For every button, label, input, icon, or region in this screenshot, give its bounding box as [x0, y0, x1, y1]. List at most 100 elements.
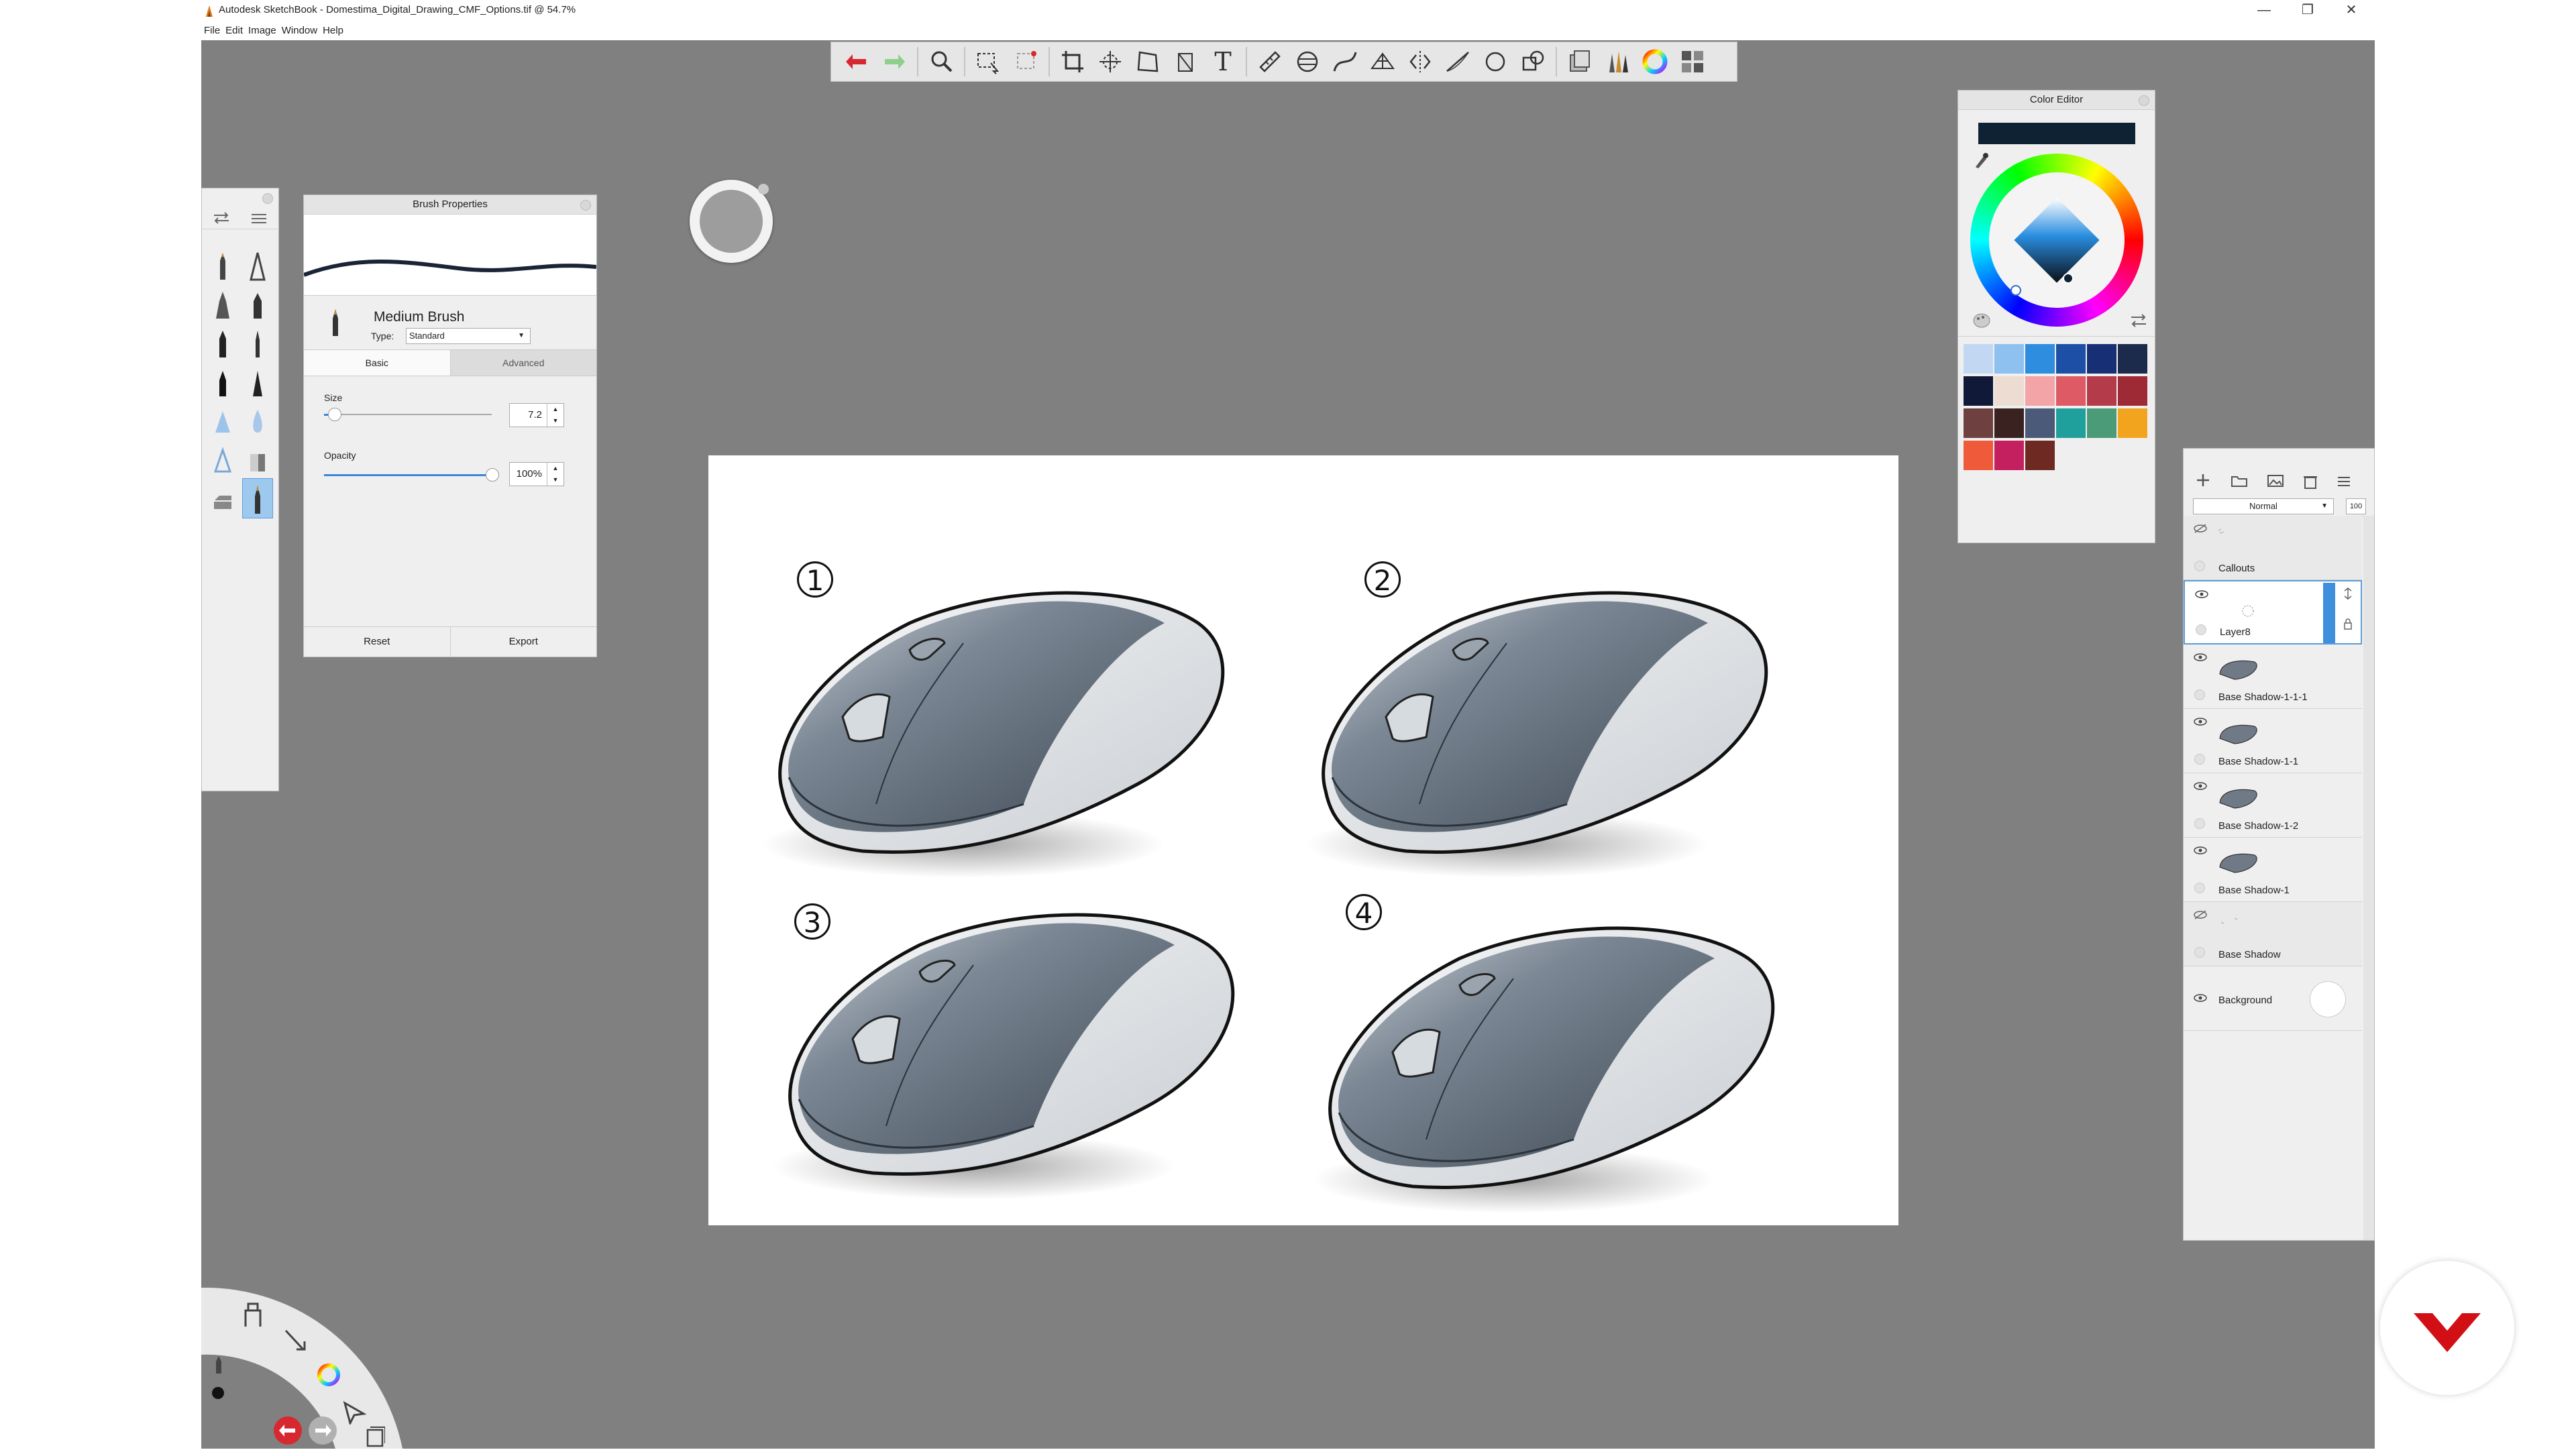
- layer-row[interactable]: Base Shadow-1-1-1: [2184, 645, 2362, 709]
- brush-type-select[interactable]: Standard ▼: [406, 328, 531, 344]
- color-swatch[interactable]: [2025, 408, 2055, 438]
- close-button[interactable]: ✕: [2334, 0, 2368, 21]
- color-swap-icon[interactable]: [2130, 313, 2147, 328]
- hue-handle[interactable]: [2010, 285, 2021, 296]
- color-swatch[interactable]: [2087, 376, 2116, 406]
- redo-button[interactable]: [309, 1416, 337, 1445]
- eye-icon[interactable]: [2193, 993, 2208, 1003]
- close-icon[interactable]: [262, 193, 273, 204]
- crop-icon[interactable]: [1057, 46, 1089, 78]
- color-swatch[interactable]: [1964, 441, 1993, 470]
- distort-icon[interactable]: [1132, 46, 1164, 78]
- stroke-tool-icon[interactable]: [1442, 46, 1474, 78]
- french-curve-icon[interactable]: [1329, 46, 1361, 78]
- size-stepper[interactable]: 7.2 ▲ ▼: [509, 403, 564, 427]
- layer-row-background[interactable]: Background: [2184, 966, 2362, 1031]
- ellipse-guide-icon[interactable]: [1291, 46, 1324, 78]
- zoom-icon[interactable]: [925, 46, 957, 78]
- layer-lock-indicator[interactable]: [2194, 561, 2205, 571]
- color-swatch[interactable]: [1964, 408, 1993, 438]
- background-color-swatch[interactable]: [2310, 981, 2346, 1017]
- brush-pencil-icon[interactable]: [207, 249, 238, 282]
- color-swatch[interactable]: [1964, 376, 1993, 406]
- opacity-slider-track[interactable]: [324, 474, 492, 476]
- export-button[interactable]: Export: [451, 627, 597, 657]
- menu-edit[interactable]: Edit: [223, 21, 246, 36]
- undo-button[interactable]: [274, 1416, 302, 1445]
- reset-button[interactable]: Reset: [304, 627, 451, 657]
- brush-medium-brush-icon[interactable]: [242, 478, 273, 518]
- eye-icon[interactable]: [2193, 653, 2208, 662]
- close-icon[interactable]: [2139, 95, 2149, 106]
- tab-basic[interactable]: Basic: [304, 350, 451, 376]
- color-puck[interactable]: [690, 180, 773, 263]
- brush-eraser-icon[interactable]: [207, 482, 238, 516]
- lasso-select-icon[interactable]: [1010, 46, 1042, 78]
- stepper-arrows-icon[interactable]: ▲ ▼: [547, 463, 564, 486]
- layer-icon[interactable]: [365, 1425, 385, 1447]
- layer-row[interactable]: Base Shadow-1-1: [2184, 709, 2362, 773]
- layer-row[interactable]: Base Shadow-1-2: [2184, 773, 2362, 838]
- menu-image[interactable]: Image: [246, 21, 279, 36]
- size-slider-handle[interactable]: [328, 408, 341, 421]
- copic-library-icon[interactable]: [1676, 46, 1709, 78]
- brush-nib-icon[interactable]: [242, 366, 273, 399]
- color-palette-icon[interactable]: [1972, 312, 1992, 329]
- color-swatch[interactable]: [2087, 344, 2116, 374]
- brush-ink-pen-icon[interactable]: [207, 366, 238, 399]
- layer-move-icon[interactable]: [2342, 587, 2354, 600]
- brush-chisel-icon[interactable]: [242, 288, 273, 321]
- arrow-tool-icon[interactable]: [342, 1400, 366, 1425]
- hidden-eye-icon[interactable]: [2193, 524, 2208, 533]
- menu-help[interactable]: Help: [320, 21, 346, 36]
- color-wheel-icon[interactable]: [315, 1361, 342, 1388]
- brush-fineliner-icon[interactable]: [242, 327, 273, 360]
- transform-icon[interactable]: [1094, 46, 1126, 78]
- close-icon[interactable]: [580, 200, 591, 211]
- layer-row[interactable]: Base Shadow-1: [2184, 838, 2362, 902]
- layer-lock-indicator[interactable]: [2196, 624, 2206, 635]
- shape-icon[interactable]: [1517, 46, 1549, 78]
- menu-file[interactable]: File: [201, 21, 223, 36]
- redo-icon[interactable]: [878, 46, 910, 78]
- select-icon[interactable]: [972, 46, 1004, 78]
- brush-soft-airbrush-icon[interactable]: [207, 443, 238, 477]
- layer-lock-indicator[interactable]: [2194, 754, 2205, 765]
- add-layer-icon[interactable]: [2196, 473, 2210, 488]
- layer-row-selected[interactable]: Layer8: [2184, 580, 2362, 645]
- eye-icon[interactable]: [2193, 781, 2208, 791]
- color-swatch[interactable]: [2025, 344, 2055, 374]
- brush-library-icon[interactable]: [1601, 46, 1633, 78]
- color-swatch[interactable]: [2118, 376, 2147, 406]
- layer-row[interactable]: Base Shadow: [2184, 902, 2362, 966]
- color-swatch[interactable]: [2025, 376, 2055, 406]
- perspective-icon[interactable]: [1366, 46, 1399, 78]
- brush-airbrush-icon[interactable]: [207, 404, 238, 438]
- size-slider-track[interactable]: [324, 414, 492, 416]
- tab-advanced[interactable]: Advanced: [450, 350, 596, 376]
- symmetry-icon[interactable]: [1404, 46, 1436, 78]
- stepper-arrows-icon[interactable]: ▲ ▼: [547, 404, 564, 427]
- lock-icon[interactable]: [2343, 618, 2353, 630]
- color-swatch[interactable]: [1994, 441, 2024, 470]
- brush-blender-icon[interactable]: [242, 443, 273, 477]
- color-picker-handle[interactable]: [2063, 273, 2074, 284]
- color-swatch[interactable]: [2056, 408, 2086, 438]
- layer-opacity-field[interactable]: 100: [2346, 498, 2366, 514]
- layer-lock-indicator[interactable]: [2194, 818, 2205, 829]
- current-color-dot[interactable]: [212, 1387, 224, 1399]
- layer-lock-indicator[interactable]: [2194, 883, 2205, 893]
- text-icon[interactable]: T: [1207, 46, 1239, 78]
- opacity-stepper[interactable]: 100% ▲ ▼: [509, 462, 564, 486]
- color-swatch[interactable]: [2056, 344, 2086, 374]
- restore-button[interactable]: ❐: [2291, 0, 2324, 21]
- eye-icon[interactable]: [2194, 590, 2209, 599]
- hidden-eye-icon[interactable]: [2193, 910, 2208, 919]
- eyedropper-icon[interactable]: [1973, 151, 1989, 170]
- brush-tool-icon[interactable]: [241, 1301, 264, 1328]
- eye-icon[interactable]: [2193, 846, 2208, 855]
- layer-scrollbar[interactable]: [2363, 516, 2374, 1240]
- hue-wheel[interactable]: [1970, 154, 2143, 327]
- fill-icon[interactable]: [1169, 46, 1201, 78]
- blend-mode-select[interactable]: Normal ▼: [2193, 498, 2334, 514]
